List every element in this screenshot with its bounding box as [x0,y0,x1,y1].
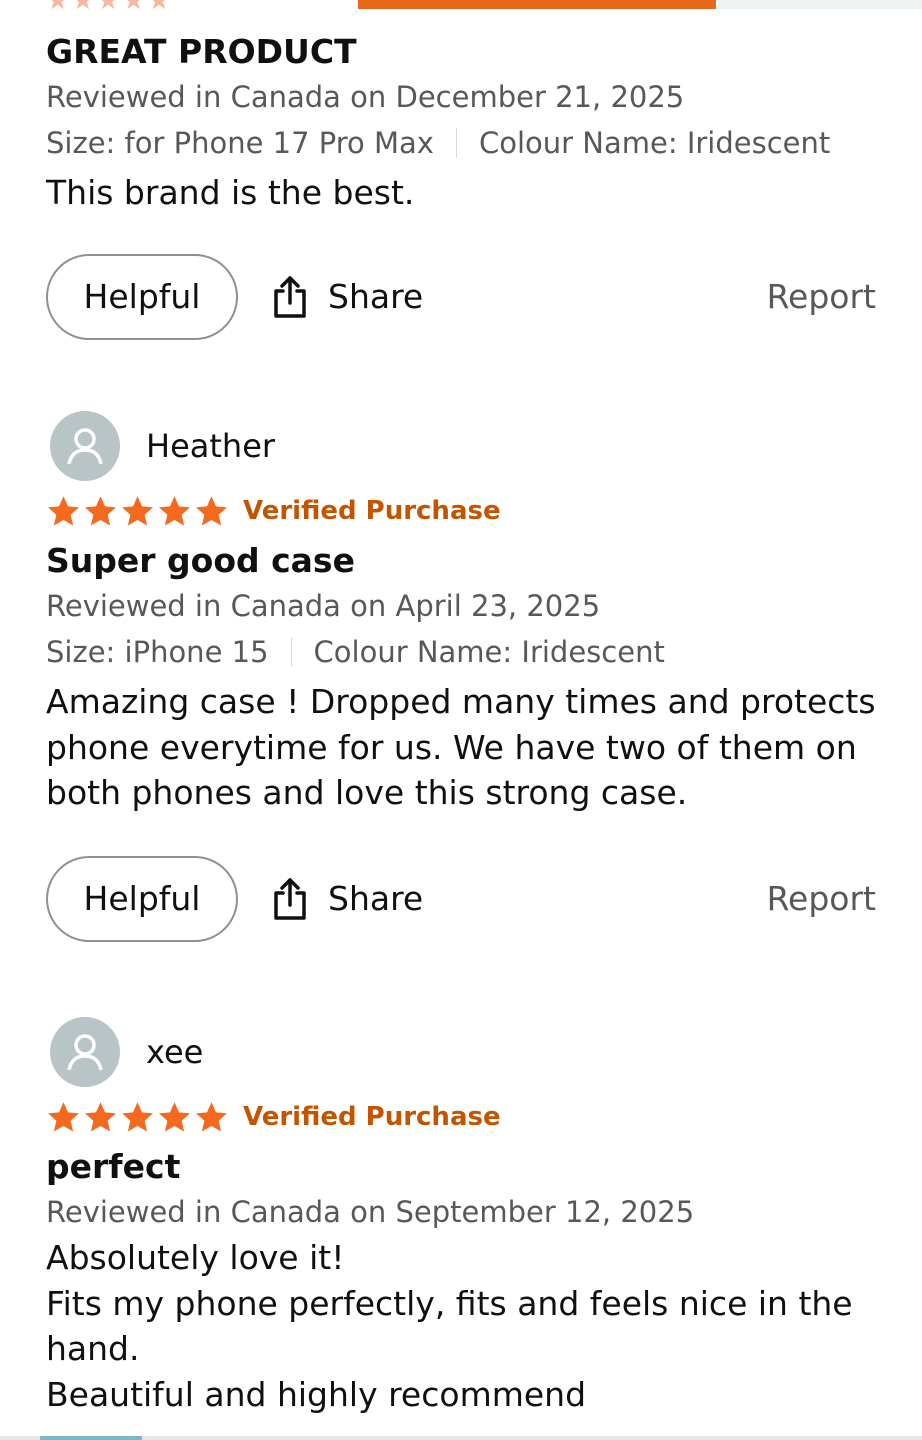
star-icon [85,495,116,525]
rating-bar-track [718,0,922,9]
review-card: Heather Verified Purchase Super good cas… [46,411,886,944]
star-icon [48,1101,79,1131]
share-label: Share [328,277,424,316]
review-body-line: Beautiful and highly recommend [46,1374,587,1414]
rating-row: Verified Purchase [46,1097,886,1137]
share-label: Share [328,879,424,918]
review-body-line: Fits my phone perfectly, fits and feels … [46,1283,853,1323]
review-body-line: phone everytime for us. We have two of t… [46,727,857,767]
review-actions: Helpful Share Report [46,854,886,944]
variant-divider [290,637,292,667]
user-icon [67,1034,103,1071]
verified-purchase-badge: Verified Purchase [243,1102,501,1132]
report-link[interactable]: Report [767,879,876,918]
reviewer-profile[interactable]: xee [46,1017,886,1087]
report-link[interactable]: Report [767,277,876,316]
helpful-button[interactable]: Helpful [46,253,238,340]
share-button[interactable]: Share [270,275,423,319]
variant-size: Size: for Phone 17 Pro Max [46,126,434,160]
review-body-line: Amazing case ! Dropped many times and pr… [46,682,876,721]
star-icon [122,495,153,525]
star-icon [48,495,79,525]
partial-star-rating: ★★★★★ [46,0,173,16]
review-card: GREAT PRODUCT Reviewed in Canada on Dece… [46,30,886,342]
verified-purchase-badge: Verified Purchase [243,496,501,526]
reviewer-profile[interactable]: Heather [46,411,886,481]
review-date: Reviewed in Canada on September 12, 2025 [46,1195,695,1229]
reviewer-name: xee [146,1033,204,1071]
review-date: Reviewed in Canada on April 23, 2025 [46,589,601,623]
rating-bar-fill [358,0,716,9]
review-date: Reviewed in Canada on December 21, 2025 [46,80,685,114]
star-icon [85,1101,116,1131]
avatar [50,1017,120,1087]
bottom-indicator [40,1436,142,1440]
review-card: xee Verified Purchase perfect Reviewed i… [46,1017,886,1417]
reviewer-name: Heather [146,427,276,465]
review-title: perfect [46,1147,181,1186]
helpful-button[interactable]: Helpful [46,855,238,942]
review-title: GREAT PRODUCT [46,32,357,71]
user-icon [67,428,103,465]
review-body-line: Absolutely love it! [46,1238,345,1277]
top-strip: ★★★★★ [0,0,922,16]
rating-row: Verified Purchase [46,491,886,531]
review-body-line: both phones and love this strong case. [46,773,688,812]
star-icon [122,1101,153,1131]
variant-colour: Colour Name: Iridescent [478,126,831,160]
variant-size: Size: iPhone 15 [46,635,269,669]
review-variant: Size: for Phone 17 Pro Max Colour Name: … [46,120,886,166]
review-body: Amazing case ! Dropped many times and pr… [46,679,886,816]
review-body-line: hand. [46,1329,140,1368]
review-variant: Size: iPhone 15 Colour Name: Iridescent [46,629,886,675]
share-icon [274,877,306,920]
share-icon [274,275,306,318]
avatar [50,411,120,481]
star-rating[interactable] [46,494,229,529]
star-icon [196,495,227,525]
review-body: Absolutely love it! Fits my phone perfec… [46,1235,886,1417]
star-icon [159,495,190,525]
star-rating[interactable] [46,1100,229,1135]
share-button[interactable]: Share [270,877,423,921]
review-body: This brand is the best. [46,173,415,212]
review-actions: Helpful Share Report [46,252,886,342]
review-title: Super good case [46,541,355,580]
variant-divider [455,128,457,158]
star-icon [196,1101,227,1131]
variant-colour: Colour Name: Iridescent [313,635,665,669]
star-icon [159,1101,190,1131]
